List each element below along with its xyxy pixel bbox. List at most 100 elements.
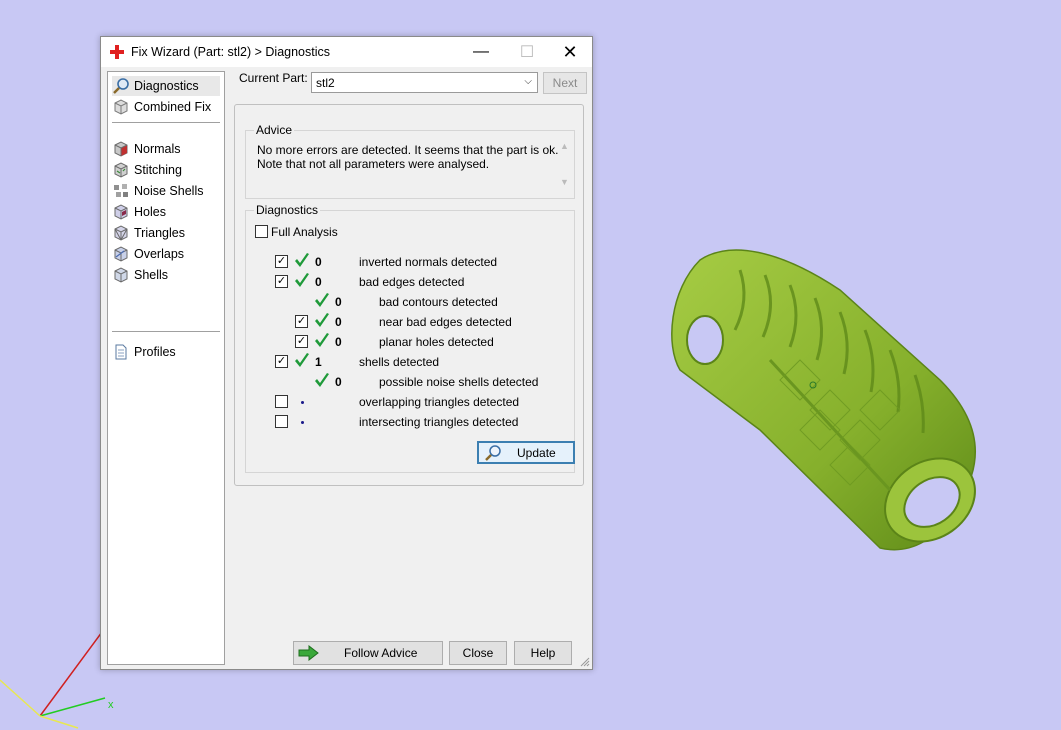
green-checkmark-icon (313, 332, 331, 350)
green-checkmark-icon (313, 292, 331, 310)
next-button[interactable]: Next (543, 72, 587, 94)
diagnostics-group: Diagnostics Full Analysis ✓ 0 inverted nor… (245, 203, 575, 473)
diagnostic-count: 1 (315, 355, 322, 369)
close-window-button[interactable]: ✕ (547, 37, 593, 67)
diagnostic-label: inverted normals detected (359, 255, 498, 269)
sidebar-item-label: Stitching (134, 163, 182, 177)
diagnostic-label: intersecting triangles detected (359, 415, 519, 429)
current-part-select[interactable]: stl2 ⌵ (311, 72, 538, 93)
sidebar-item-combined-fix[interactable]: Combined Fix (112, 97, 211, 117)
sidebar-item-label: Holes (134, 205, 166, 219)
green-checkmark-icon (293, 352, 311, 370)
red-cross-icon (110, 45, 124, 59)
diagnostic-label: planar holes detected (379, 335, 494, 349)
diagnostic-label: possible noise shells detected (379, 375, 539, 389)
sidebar-item-normals[interactable]: Normals (112, 139, 181, 159)
sidebar-item-profiles[interactable]: Profiles (112, 342, 176, 362)
sidebar-item-shells[interactable]: Shells (112, 265, 168, 285)
axis-z-line (39, 631, 103, 717)
noise-shells-icon (114, 184, 128, 197)
maximize-button[interactable]: ☐ (504, 37, 550, 67)
diagnostic-count: 0 (335, 315, 342, 329)
overlaps-cube-icon (114, 246, 128, 262)
magnifier-icon (113, 78, 129, 94)
title-bar: Fix Wizard (Part: stl2) > Diagnostics — … (101, 37, 592, 67)
scroll-up-icon[interactable]: ▲ (560, 141, 569, 151)
update-button[interactable]: Update (477, 441, 575, 464)
diagnostic-label: bad edges detected (359, 275, 465, 289)
stitching-cube-icon (114, 162, 128, 178)
sidebar-item-label: Shells (134, 268, 169, 282)
advice-scrollbar[interactable]: ▲ ▼ (557, 141, 571, 187)
magnifier-icon (485, 444, 501, 461)
diagnostic-label: shells detected (359, 355, 440, 369)
resize-grip-icon[interactable] (580, 657, 590, 667)
holes-cube-icon (114, 204, 128, 220)
sidebar-item-label: Triangles (134, 226, 185, 240)
advice-line: Note that not all parameters were analys… (257, 156, 490, 171)
diagnostic-checkbox[interactable]: ✓ (275, 275, 288, 288)
diagnostic-count: 0 (335, 335, 342, 349)
diagnostic-count: 0 (335, 295, 342, 309)
advice-line: No more errors are detected. It seems th… (257, 143, 559, 157)
help-button[interactable]: Help (514, 641, 572, 665)
diagnostic-checkbox[interactable]: ✓ (295, 335, 308, 348)
normals-cube-icon (114, 141, 128, 157)
axis-x-label: x (108, 699, 114, 711)
sidebar-item-label: Overlaps (134, 247, 185, 261)
green-checkmark-icon (293, 252, 311, 270)
diagnostic-label: overlapping triangles detected (359, 395, 520, 409)
sidebar-item-label: Diagnostics (134, 79, 199, 93)
triangles-cube-icon (114, 225, 128, 241)
full-analysis-checkbox[interactable] (255, 225, 268, 238)
minimize-button[interactable]: — (458, 37, 504, 67)
advice-group-title: Advice (254, 123, 295, 137)
sidebar-item-triangles[interactable]: Triangles (112, 223, 185, 243)
sidebar-item-overlaps[interactable]: Overlaps (112, 244, 184, 264)
diagnostic-count: 0 (315, 275, 322, 289)
sidebar-item-label: Combined Fix (134, 100, 212, 114)
axis-x-line (39, 697, 106, 717)
diagnostics-panel: Advice No more errors are detected. It s… (234, 104, 584, 486)
advice-group: Advice No more errors are detected. It s… (245, 123, 575, 199)
sidebar-item-label: Profiles (134, 345, 176, 359)
close-button[interactable]: Close (449, 641, 507, 665)
diagnostic-checkbox[interactable] (275, 415, 288, 428)
diagnostic-count: 0 (335, 375, 342, 389)
green-checkmark-icon (313, 312, 331, 330)
pending-dot-icon (301, 401, 304, 404)
document-icon (115, 344, 127, 360)
diagnostic-checkbox[interactable] (275, 395, 288, 408)
sidebar-item-label: Normals (134, 142, 181, 156)
window-title: Fix Wizard (Part: stl2) > Diagnostics (131, 45, 331, 59)
follow-advice-label: Follow Advice (344, 646, 418, 660)
diagnostic-label: near bad edges detected (379, 315, 512, 329)
sidebar-divider (112, 331, 220, 332)
green-checkmark-icon (293, 272, 311, 290)
cube-icon (114, 99, 128, 115)
chevron-down-icon: ⌵ (524, 76, 532, 87)
pending-dot-icon (301, 421, 304, 424)
axis-y-line (0, 679, 41, 717)
diagnostic-checkbox[interactable]: ✓ (295, 315, 308, 328)
sidebar-item-noise-shells[interactable]: Noise Shells (112, 181, 203, 201)
diagnostic-checkbox[interactable]: ✓ (275, 255, 288, 268)
green-checkmark-icon (313, 372, 331, 390)
update-button-label: Update (517, 445, 556, 460)
diagnostics-group-title: Diagnostics (254, 203, 321, 217)
sidebar-item-holes[interactable]: Holes (112, 202, 166, 222)
diagnostic-label: bad contours detected (379, 295, 498, 309)
diagnostic-count: 0 (315, 255, 322, 269)
green-arrow-icon (298, 645, 319, 661)
current-part-label: Current Part: (239, 71, 308, 85)
sidebar-item-diagnostics[interactable]: Diagnostics (112, 76, 220, 96)
scroll-down-icon[interactable]: ▼ (560, 177, 569, 187)
sidebar-item-label: Noise Shells (134, 184, 204, 198)
follow-advice-button[interactable]: Follow Advice (293, 641, 443, 665)
3d-part-model[interactable] (640, 230, 1000, 570)
shells-cube-icon (114, 267, 128, 283)
sidebar-item-stitching[interactable]: Stitching (112, 160, 182, 180)
advice-text: No more errors are detected. It seems th… (257, 143, 559, 171)
diagnostic-checkbox[interactable]: ✓ (275, 355, 288, 368)
full-analysis-label: Full Analysis (271, 225, 338, 239)
